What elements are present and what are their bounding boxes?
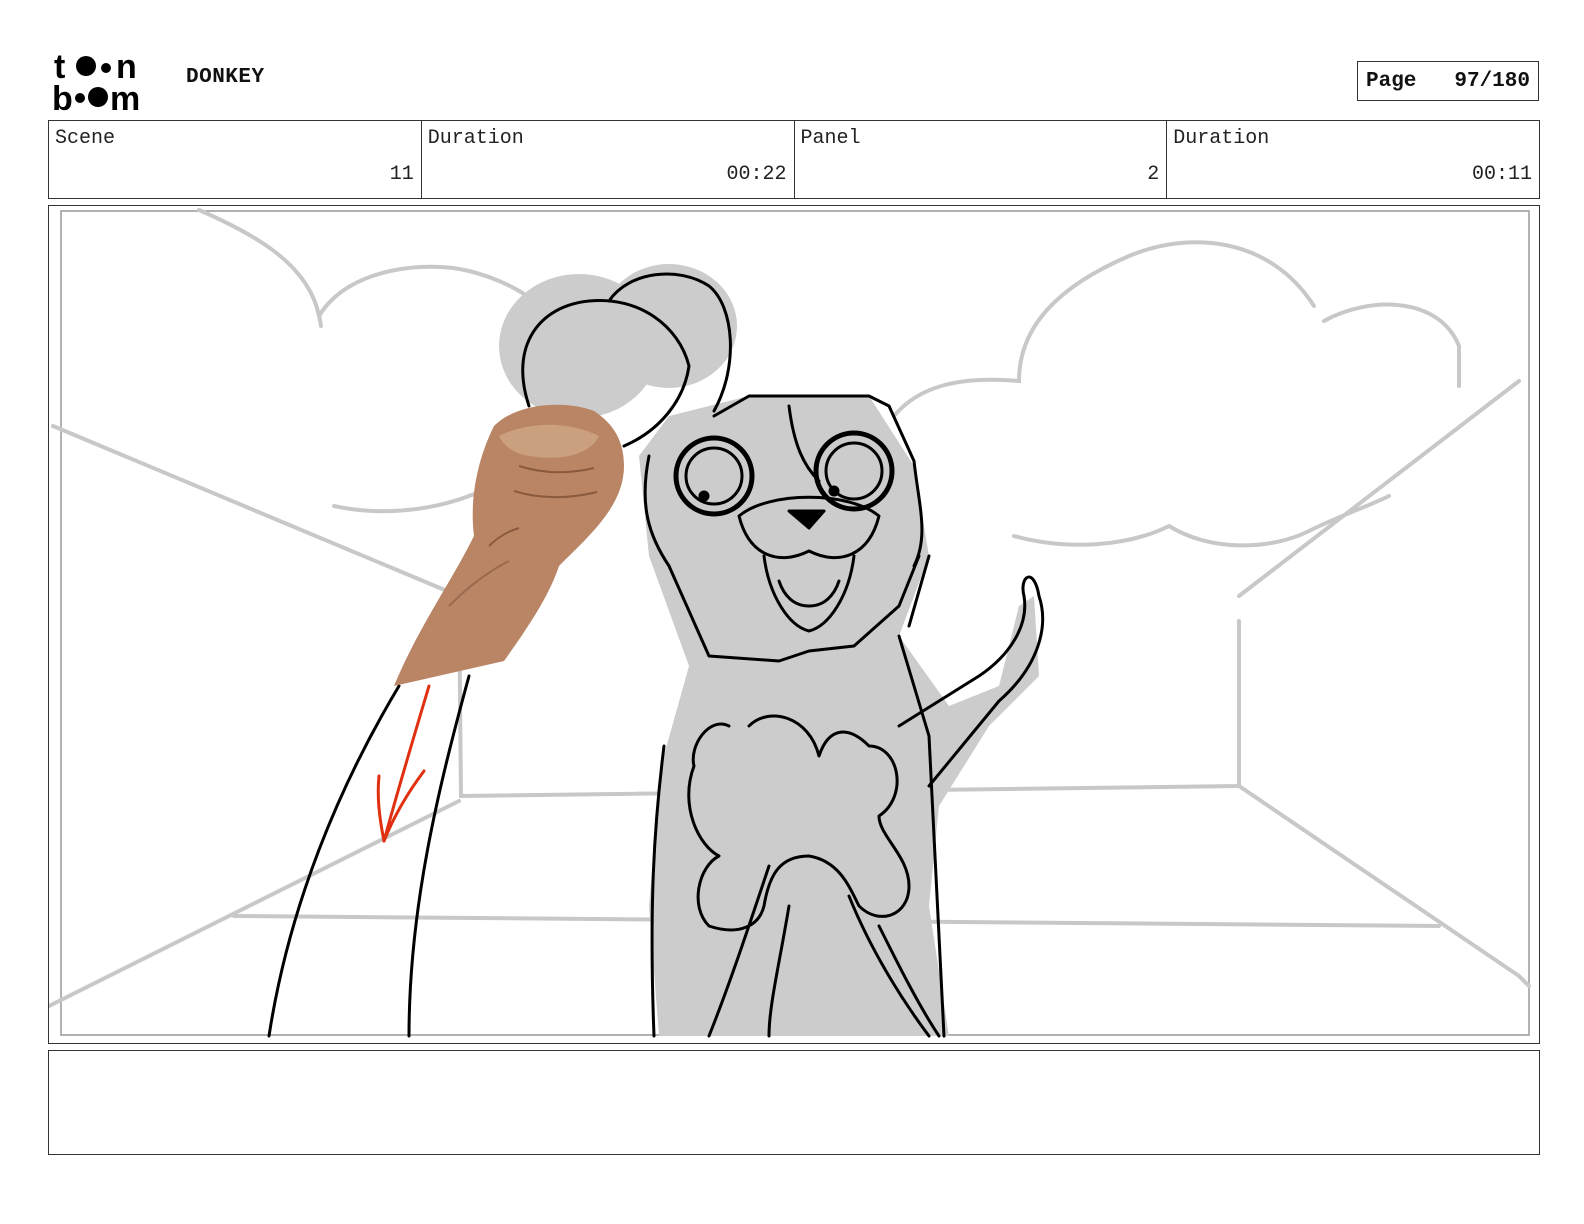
panel-duration-label: Duration	[1173, 127, 1270, 150]
scene-duration-label: Duration	[427, 127, 524, 150]
scene-duration-value: 00:22	[726, 163, 787, 186]
shot-info-row: Scene 11 Duration 00:22 Panel 2 Duration…	[48, 120, 1540, 199]
page-label: Page	[1366, 69, 1417, 93]
panel-cell: Panel 2	[795, 121, 1168, 198]
scene-value: 11	[389, 163, 414, 186]
scene-duration-cell: Duration 00:22	[422, 121, 795, 198]
panel-notes	[48, 1050, 1540, 1155]
scene-label: Scene	[55, 127, 116, 150]
toon-boom-logo: t n b m	[52, 50, 140, 112]
page-number: 97/180	[1454, 69, 1530, 93]
panel-duration-value: 00:11	[1471, 163, 1532, 186]
panel-duration-cell: Duration 00:11	[1167, 121, 1539, 198]
fist-photo	[394, 404, 624, 686]
page-indicator: Page 97/180	[1357, 61, 1539, 101]
storyboard-panel	[48, 205, 1540, 1044]
panel-label: Panel	[800, 127, 861, 150]
svg-text:b: b	[52, 80, 73, 112]
svg-text:m: m	[110, 80, 140, 112]
panel-value: 2	[1147, 163, 1160, 186]
scene-cell: Scene 11	[49, 121, 422, 198]
panel-sketch	[49, 208, 1531, 1038]
project-title: DONKEY	[186, 66, 265, 89]
